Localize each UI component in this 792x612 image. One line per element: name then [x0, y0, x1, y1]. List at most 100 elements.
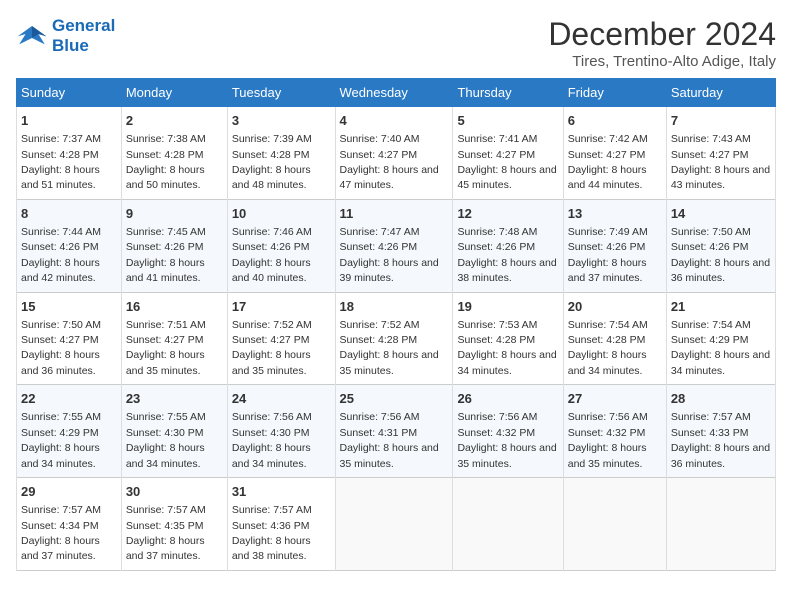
- day-number: 12: [457, 205, 558, 223]
- day-number: 27: [568, 390, 662, 408]
- day-info: Sunrise: 7:48 AM Sunset: 4:26 PM Dayligh…: [457, 226, 556, 284]
- day-info: Sunrise: 7:52 AM Sunset: 4:28 PM Dayligh…: [340, 319, 439, 377]
- day-info: Sunrise: 7:55 AM Sunset: 4:30 PM Dayligh…: [126, 411, 206, 469]
- day-number: 11: [340, 205, 449, 223]
- day-info: Sunrise: 7:46 AM Sunset: 4:26 PM Dayligh…: [232, 226, 312, 284]
- day-info: Sunrise: 7:56 AM Sunset: 4:32 PM Dayligh…: [568, 411, 648, 469]
- day-number: 26: [457, 390, 558, 408]
- day-cell: 21 Sunrise: 7:54 AM Sunset: 4:29 PM Dayl…: [666, 292, 775, 385]
- day-cell: 30 Sunrise: 7:57 AM Sunset: 4:35 PM Dayl…: [121, 478, 227, 571]
- day-cell: 16 Sunrise: 7:51 AM Sunset: 4:27 PM Dayl…: [121, 292, 227, 385]
- week-row-5: 29 Sunrise: 7:57 AM Sunset: 4:34 PM Dayl…: [17, 478, 776, 571]
- day-cell: [666, 478, 775, 571]
- day-cell: 31 Sunrise: 7:57 AM Sunset: 4:36 PM Dayl…: [227, 478, 335, 571]
- header-saturday: Saturday: [666, 79, 775, 107]
- day-info: Sunrise: 7:50 AM Sunset: 4:27 PM Dayligh…: [21, 319, 101, 377]
- week-row-1: 1 Sunrise: 7:37 AM Sunset: 4:28 PM Dayli…: [17, 107, 776, 200]
- day-cell: 6 Sunrise: 7:42 AM Sunset: 4:27 PM Dayli…: [563, 107, 666, 200]
- header-thursday: Thursday: [453, 79, 563, 107]
- header-friday: Friday: [563, 79, 666, 107]
- day-info: Sunrise: 7:56 AM Sunset: 4:30 PM Dayligh…: [232, 411, 312, 469]
- logo-text: General Blue: [52, 16, 115, 56]
- week-row-2: 8 Sunrise: 7:44 AM Sunset: 4:26 PM Dayli…: [17, 199, 776, 292]
- logo-icon: [16, 22, 48, 50]
- day-number: 13: [568, 205, 662, 223]
- day-info: Sunrise: 7:50 AM Sunset: 4:26 PM Dayligh…: [671, 226, 770, 284]
- day-info: Sunrise: 7:52 AM Sunset: 4:27 PM Dayligh…: [232, 319, 312, 377]
- title-area: December 2024 Tires, Trentino-Alto Adige…: [548, 16, 776, 70]
- day-number: 22: [21, 390, 117, 408]
- day-info: Sunrise: 7:38 AM Sunset: 4:28 PM Dayligh…: [126, 133, 206, 191]
- week-row-3: 15 Sunrise: 7:50 AM Sunset: 4:27 PM Dayl…: [17, 292, 776, 385]
- day-cell: 29 Sunrise: 7:57 AM Sunset: 4:34 PM Dayl…: [17, 478, 122, 571]
- header-sunday: Sunday: [17, 79, 122, 107]
- day-number: 29: [21, 483, 117, 501]
- day-info: Sunrise: 7:56 AM Sunset: 4:31 PM Dayligh…: [340, 411, 439, 469]
- day-cell: 19 Sunrise: 7:53 AM Sunset: 4:28 PM Dayl…: [453, 292, 563, 385]
- header-tuesday: Tuesday: [227, 79, 335, 107]
- day-cell: 5 Sunrise: 7:41 AM Sunset: 4:27 PM Dayli…: [453, 107, 563, 200]
- day-info: Sunrise: 7:45 AM Sunset: 4:26 PM Dayligh…: [126, 226, 206, 284]
- day-info: Sunrise: 7:57 AM Sunset: 4:36 PM Dayligh…: [232, 504, 312, 562]
- header-wednesday: Wednesday: [335, 79, 453, 107]
- day-number: 15: [21, 298, 117, 316]
- day-cell: 23 Sunrise: 7:55 AM Sunset: 4:30 PM Dayl…: [121, 385, 227, 478]
- day-number: 6: [568, 112, 662, 130]
- week-row-4: 22 Sunrise: 7:55 AM Sunset: 4:29 PM Dayl…: [17, 385, 776, 478]
- day-cell: 17 Sunrise: 7:52 AM Sunset: 4:27 PM Dayl…: [227, 292, 335, 385]
- day-cell: 14 Sunrise: 7:50 AM Sunset: 4:26 PM Dayl…: [666, 199, 775, 292]
- day-info: Sunrise: 7:54 AM Sunset: 4:29 PM Dayligh…: [671, 319, 770, 377]
- day-info: Sunrise: 7:53 AM Sunset: 4:28 PM Dayligh…: [457, 319, 556, 377]
- day-number: 24: [232, 390, 331, 408]
- day-cell: 10 Sunrise: 7:46 AM Sunset: 4:26 PM Dayl…: [227, 199, 335, 292]
- day-cell: 9 Sunrise: 7:45 AM Sunset: 4:26 PM Dayli…: [121, 199, 227, 292]
- day-cell: 3 Sunrise: 7:39 AM Sunset: 4:28 PM Dayli…: [227, 107, 335, 200]
- day-cell: 2 Sunrise: 7:38 AM Sunset: 4:28 PM Dayli…: [121, 107, 227, 200]
- day-number: 17: [232, 298, 331, 316]
- day-number: 9: [126, 205, 223, 223]
- day-info: Sunrise: 7:55 AM Sunset: 4:29 PM Dayligh…: [21, 411, 101, 469]
- day-cell: 22 Sunrise: 7:55 AM Sunset: 4:29 PM Dayl…: [17, 385, 122, 478]
- day-info: Sunrise: 7:49 AM Sunset: 4:26 PM Dayligh…: [568, 226, 648, 284]
- day-number: 19: [457, 298, 558, 316]
- day-info: Sunrise: 7:44 AM Sunset: 4:26 PM Dayligh…: [21, 226, 101, 284]
- day-info: Sunrise: 7:51 AM Sunset: 4:27 PM Dayligh…: [126, 319, 206, 377]
- day-cell: [563, 478, 666, 571]
- day-info: Sunrise: 7:39 AM Sunset: 4:28 PM Dayligh…: [232, 133, 312, 191]
- header-monday: Monday: [121, 79, 227, 107]
- day-cell: 26 Sunrise: 7:56 AM Sunset: 4:32 PM Dayl…: [453, 385, 563, 478]
- logo: General Blue: [16, 16, 115, 56]
- day-cell: 12 Sunrise: 7:48 AM Sunset: 4:26 PM Dayl…: [453, 199, 563, 292]
- day-number: 25: [340, 390, 449, 408]
- day-number: 14: [671, 205, 771, 223]
- day-info: Sunrise: 7:37 AM Sunset: 4:28 PM Dayligh…: [21, 133, 101, 191]
- day-info: Sunrise: 7:54 AM Sunset: 4:28 PM Dayligh…: [568, 319, 648, 377]
- day-number: 7: [671, 112, 771, 130]
- day-cell: 18 Sunrise: 7:52 AM Sunset: 4:28 PM Dayl…: [335, 292, 453, 385]
- day-number: 8: [21, 205, 117, 223]
- day-cell: 25 Sunrise: 7:56 AM Sunset: 4:31 PM Dayl…: [335, 385, 453, 478]
- day-info: Sunrise: 7:57 AM Sunset: 4:34 PM Dayligh…: [21, 504, 101, 562]
- day-number: 4: [340, 112, 449, 130]
- day-number: 31: [232, 483, 331, 501]
- day-cell: 15 Sunrise: 7:50 AM Sunset: 4:27 PM Dayl…: [17, 292, 122, 385]
- day-info: Sunrise: 7:41 AM Sunset: 4:27 PM Dayligh…: [457, 133, 556, 191]
- day-number: 2: [126, 112, 223, 130]
- day-number: 5: [457, 112, 558, 130]
- day-cell: 1 Sunrise: 7:37 AM Sunset: 4:28 PM Dayli…: [17, 107, 122, 200]
- page-header: General Blue December 2024 Tires, Trenti…: [16, 16, 776, 70]
- day-number: 1: [21, 112, 117, 130]
- day-cell: 8 Sunrise: 7:44 AM Sunset: 4:26 PM Dayli…: [17, 199, 122, 292]
- day-cell: 24 Sunrise: 7:56 AM Sunset: 4:30 PM Dayl…: [227, 385, 335, 478]
- day-cell: 20 Sunrise: 7:54 AM Sunset: 4:28 PM Dayl…: [563, 292, 666, 385]
- day-info: Sunrise: 7:42 AM Sunset: 4:27 PM Dayligh…: [568, 133, 648, 191]
- day-cell: 7 Sunrise: 7:43 AM Sunset: 4:27 PM Dayli…: [666, 107, 775, 200]
- day-number: 23: [126, 390, 223, 408]
- day-number: 28: [671, 390, 771, 408]
- day-number: 10: [232, 205, 331, 223]
- day-info: Sunrise: 7:47 AM Sunset: 4:26 PM Dayligh…: [340, 226, 439, 284]
- day-info: Sunrise: 7:43 AM Sunset: 4:27 PM Dayligh…: [671, 133, 770, 191]
- calendar-table: SundayMondayTuesdayWednesdayThursdayFrid…: [16, 78, 776, 571]
- day-info: Sunrise: 7:57 AM Sunset: 4:33 PM Dayligh…: [671, 411, 770, 469]
- day-cell: 11 Sunrise: 7:47 AM Sunset: 4:26 PM Dayl…: [335, 199, 453, 292]
